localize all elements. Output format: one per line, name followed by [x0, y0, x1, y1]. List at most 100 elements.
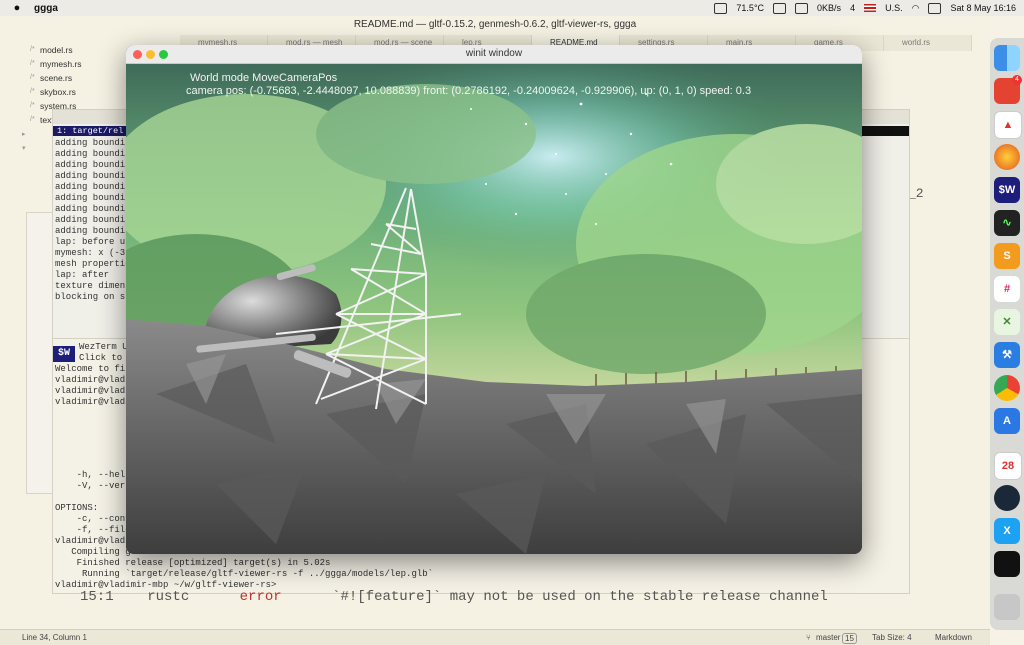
terminal-line: vladimir@vladi	[55, 397, 131, 407]
terminal-line: blocking on sk	[55, 292, 131, 302]
terminal-line: vladimir@vladi	[55, 536, 131, 546]
terminal-line: Compiling g	[55, 547, 131, 557]
network-count[interactable]: 4	[850, 3, 855, 13]
network-speed[interactable]: 0KB/s	[817, 3, 841, 13]
terminal-line: -c, --conf	[55, 514, 131, 524]
terminal-tab-active[interactable]: 1: target/rel	[53, 126, 128, 136]
maximize-icon[interactable]	[159, 50, 168, 59]
apple-menu-icon[interactable]: ●	[10, 2, 24, 14]
file-icon: /*	[30, 74, 35, 81]
file-icon: /*	[30, 46, 35, 53]
terminal-line: texture dimens	[55, 281, 131, 291]
git-branch-icon: ⑂	[806, 633, 811, 642]
winit-titlebar[interactable]: winit window	[126, 45, 862, 64]
wezterm-icon[interactable]: $W	[994, 177, 1020, 203]
terminal-line: vladimir@vladi	[55, 386, 131, 396]
editor-status-bar: Line 34, Column 1 ⑂ master 15 Tab Size: …	[0, 629, 990, 645]
sidebar-file-model[interactable]: model.rs	[40, 45, 73, 55]
file-icon: /*	[30, 116, 35, 123]
folder-disclosure-icon[interactable]: ▾	[22, 144, 26, 152]
tab-size[interactable]: Tab Size: 4	[872, 630, 912, 645]
calendar-icon[interactable]: 28	[994, 452, 1022, 480]
terminal-line: adding boundin	[55, 171, 131, 181]
terminal-line: mymesh: x (-3.	[55, 248, 131, 258]
terminal-line: OPTIONS:	[55, 503, 99, 513]
sidebar-file-skybox[interactable]: skybox.rs	[40, 87, 76, 97]
terminal-icon[interactable]	[994, 551, 1020, 577]
todoist-icon[interactable]: 4	[994, 75, 1022, 104]
battery-icon[interactable]	[773, 2, 787, 14]
terminal-line: adding boundin	[55, 160, 131, 170]
calendar-day: 28	[1001, 460, 1015, 472]
steam-icon[interactable]	[994, 485, 1020, 511]
terminal-line: mesh propertie	[55, 259, 131, 269]
terminal-line: adding boundin	[55, 204, 131, 214]
activity-monitor-icon[interactable]: ∿	[994, 210, 1020, 236]
wezterm-logo-icon: $W	[53, 346, 75, 362]
temperature-readout[interactable]: 71.5°C	[736, 3, 764, 13]
sidebar-file-scene[interactable]: scene.rs	[40, 73, 72, 83]
terminal-line: adding boundin	[55, 182, 131, 192]
cursor-position[interactable]: Line 34, Column 1	[22, 630, 87, 645]
close-icon[interactable]	[133, 50, 142, 59]
folder-disclosure-icon[interactable]: ▸	[22, 130, 26, 138]
todoist-badge: 4	[1012, 75, 1022, 85]
terminal-line: -f, --file	[55, 525, 131, 535]
wifi-icon[interactable]: ◠	[912, 3, 920, 14]
hud-camera-text: camera pos: (-0.75683, -2.4448097, 10.08…	[186, 85, 751, 97]
chrome-icon[interactable]	[994, 375, 1020, 401]
window-title: winit window	[465, 48, 523, 59]
sourcetree-icon[interactable]: ✕	[994, 309, 1020, 335]
menu-bar: ● ggga 71.5°C 0KB/s 4 U.S. ◠ Sat 8 May 1…	[0, 0, 1024, 16]
us-flag-icon[interactable]	[864, 4, 877, 12]
terminal-banner: WezTerm U	[79, 342, 128, 352]
slack-icon[interactable]: #	[994, 276, 1020, 302]
status-menus: 71.5°C 0KB/s 4 U.S. ◠ Sat 8 May 16:16	[714, 0, 1016, 16]
app-store-icon[interactable]: A	[994, 408, 1020, 434]
file-icon: /*	[30, 88, 35, 95]
build-error-line[interactable]: 15:1 rustc error `#![feature]` may not b…	[80, 589, 828, 605]
control-center-icon[interactable]	[928, 2, 942, 14]
error-location: 15:1	[80, 589, 114, 605]
winit-window[interactable]: winit window World mode MoveCameraPos ca…	[126, 45, 862, 554]
tab-world[interactable]: world.rs	[884, 35, 972, 51]
finder-icon[interactable]	[994, 45, 1020, 71]
hud-mode-text: World mode MoveCameraPos	[190, 72, 338, 84]
firefox-icon[interactable]	[994, 144, 1020, 170]
terminal-line: adding boundin	[55, 138, 131, 148]
app-name-menu[interactable]: ggga	[34, 3, 58, 14]
syntax-mode[interactable]: Markdown	[935, 630, 972, 645]
terminal-line: Finished release [optimized] target(s) i…	[55, 558, 331, 568]
terminal-line: adding boundin	[55, 215, 131, 225]
pdf-expert-icon[interactable]: ▲	[994, 111, 1022, 139]
input-source[interactable]: U.S.	[885, 3, 903, 13]
terminal-line: adding boundin	[55, 193, 131, 203]
terminal-line: adding boundin	[55, 149, 131, 159]
terminal-line: Welcome to fis	[55, 364, 131, 374]
terminal-line: adding boundin	[55, 226, 131, 236]
menu-extra-icon[interactable]	[714, 2, 728, 14]
git-branch[interactable]: master	[816, 630, 840, 645]
xcode-icon[interactable]: ⚒	[994, 342, 1020, 368]
git-changes-count[interactable]: 15	[842, 633, 857, 644]
twitter-icon[interactable]: X	[994, 518, 1020, 544]
sidebar-file-mymesh[interactable]: mymesh.rs	[40, 59, 82, 69]
terminal-line: -h, --help	[55, 470, 131, 480]
terminal-line: lap: after	[55, 270, 110, 280]
clock[interactable]: Sat 8 May 16:16	[950, 3, 1016, 13]
grid-icon[interactable]	[795, 2, 809, 14]
error-message: `#![feature]` may not be used on the sta…	[332, 589, 828, 605]
sublime-text-icon[interactable]: S	[994, 243, 1020, 269]
editor-partial-text: _2	[908, 186, 924, 201]
terminal-line: Running `target/release/gltf-viewer-rs -…	[55, 569, 434, 579]
dock: 4 ▲ $W ∿ S # ✕ ⚒ A 28 X	[990, 38, 1024, 630]
terminal-banner: Click to	[79, 353, 123, 363]
terminal-line: vladimir@vladi	[55, 375, 131, 385]
trash-icon[interactable]	[994, 594, 1020, 620]
error-source: rustc	[147, 589, 190, 605]
file-icon: /*	[30, 60, 35, 67]
terminal-line: -V, --vers	[55, 481, 131, 491]
3d-viewport[interactable]: World mode MoveCameraPos camera pos: (-0…	[126, 64, 862, 554]
minimize-icon[interactable]	[146, 50, 155, 59]
terminal-line: lap: before up	[55, 237, 131, 247]
